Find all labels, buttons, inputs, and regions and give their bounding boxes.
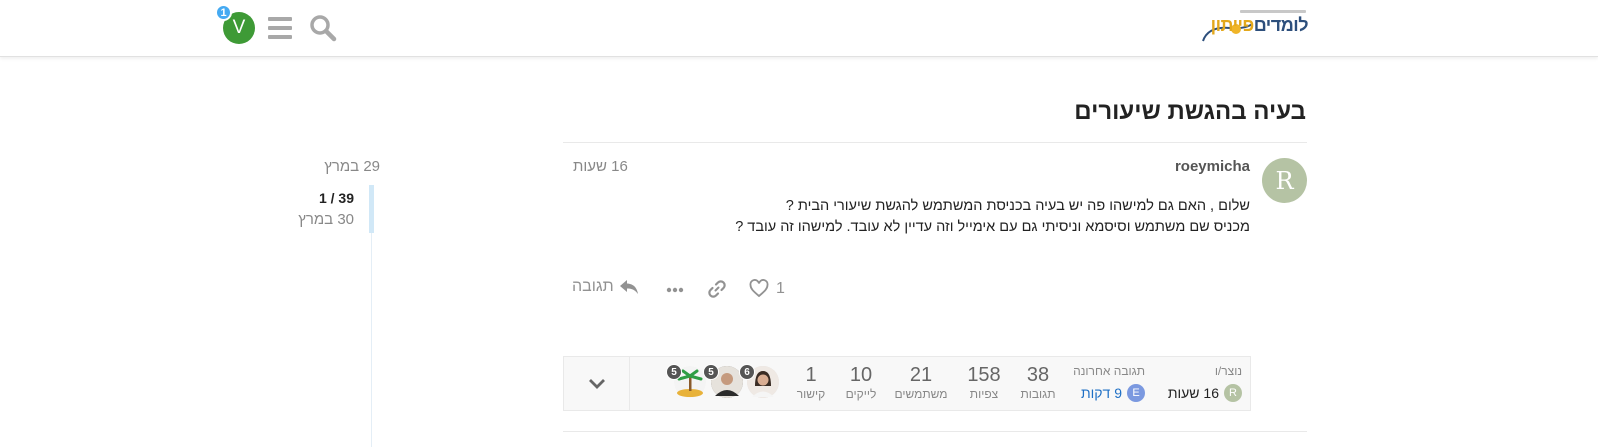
share-link-icon[interactable] bbox=[707, 279, 727, 299]
heart-icon bbox=[749, 279, 769, 298]
topic-map: 5 5 6 1 קישור 10 לייקים 21 משתמשים 158 צ… bbox=[563, 356, 1251, 411]
title-divider bbox=[563, 142, 1307, 143]
created[interactable]: נוצר/ו R 16 שעות bbox=[1168, 363, 1242, 402]
participant-avatar[interactable]: 6 bbox=[739, 364, 779, 398]
participant-post-count: 6 bbox=[739, 364, 755, 380]
last-reply-avatar: E bbox=[1127, 384, 1145, 402]
like-count: 1 bbox=[776, 279, 785, 297]
reply-label: תגובה bbox=[572, 278, 614, 295]
bottom-divider bbox=[563, 431, 1307, 432]
post-author-avatar[interactable]: R bbox=[1262, 158, 1307, 203]
post-time[interactable]: 16 שעות bbox=[573, 158, 628, 175]
participant-post-count: 5 bbox=[703, 364, 719, 380]
like-button[interactable]: 1 bbox=[749, 279, 785, 298]
created-avatar: R bbox=[1224, 384, 1242, 402]
timeline-current-date: 30 במרץ bbox=[298, 211, 354, 228]
last-reply-label: תגובה אחרונה bbox=[1073, 364, 1145, 378]
created-label: נוצר/ו bbox=[1214, 364, 1242, 378]
chevron-down-icon bbox=[588, 378, 605, 389]
stat-views[interactable]: 158 צפיות bbox=[964, 363, 1004, 401]
reply-button[interactable]: תגובה bbox=[572, 278, 639, 296]
post-body-line: שלום , האם גם למישהו פה יש בעיה בכניסת ה… bbox=[785, 198, 1250, 214]
stat-likes[interactable]: 10 לייקים bbox=[841, 363, 881, 401]
post-username[interactable]: roeymicha bbox=[1175, 158, 1250, 175]
current-user-initial: V bbox=[232, 17, 246, 38]
post-body-line: מכניס שם משתמש וסיסמא וניסיתי גם עם אימי… bbox=[735, 219, 1250, 235]
last-reply-time: 9 דקות bbox=[1080, 385, 1122, 401]
participant-post-count: 5 bbox=[666, 364, 682, 380]
post-body: שלום , האם גם למישהו פה יש בעיה בכניסת ה… bbox=[690, 196, 1250, 238]
post-actions: תגובה 1 bbox=[572, 278, 792, 302]
hamburger-menu-icon[interactable] bbox=[268, 17, 292, 39]
logo-text: לומדיםפייתון bbox=[1210, 15, 1309, 35]
site-logo[interactable]: לומדיםפייתון bbox=[1200, 10, 1309, 44]
more-options-icon[interactable] bbox=[665, 280, 685, 300]
topic-title[interactable]: בעיה בהגשת שיעורים bbox=[1074, 98, 1306, 126]
participant-avatar[interactable]: 5 bbox=[666, 364, 706, 398]
notification-badge[interactable]: 1 bbox=[215, 4, 232, 21]
stat-links[interactable]: 1 קישור bbox=[796, 363, 826, 401]
site-header: V 1 לומדיםפייתון bbox=[0, 0, 1598, 57]
stat-users[interactable]: 21 משתמשים bbox=[891, 363, 951, 401]
expand-topic-map-button[interactable] bbox=[564, 357, 630, 410]
timeline-start-date[interactable]: 29 במרץ bbox=[324, 158, 380, 175]
reply-icon bbox=[619, 280, 638, 294]
logo-tagline-bar bbox=[1240, 10, 1306, 13]
stat-replies[interactable]: 38 תגובות bbox=[1018, 363, 1058, 401]
created-time: 16 שעות bbox=[1167, 385, 1219, 401]
timeline-scroll-handle[interactable] bbox=[369, 185, 374, 233]
last-reply[interactable]: תגובה אחרונה E 9 דקות bbox=[1073, 363, 1145, 402]
timeline-position: 1 / 39 bbox=[318, 190, 354, 206]
search-icon[interactable] bbox=[309, 14, 337, 42]
